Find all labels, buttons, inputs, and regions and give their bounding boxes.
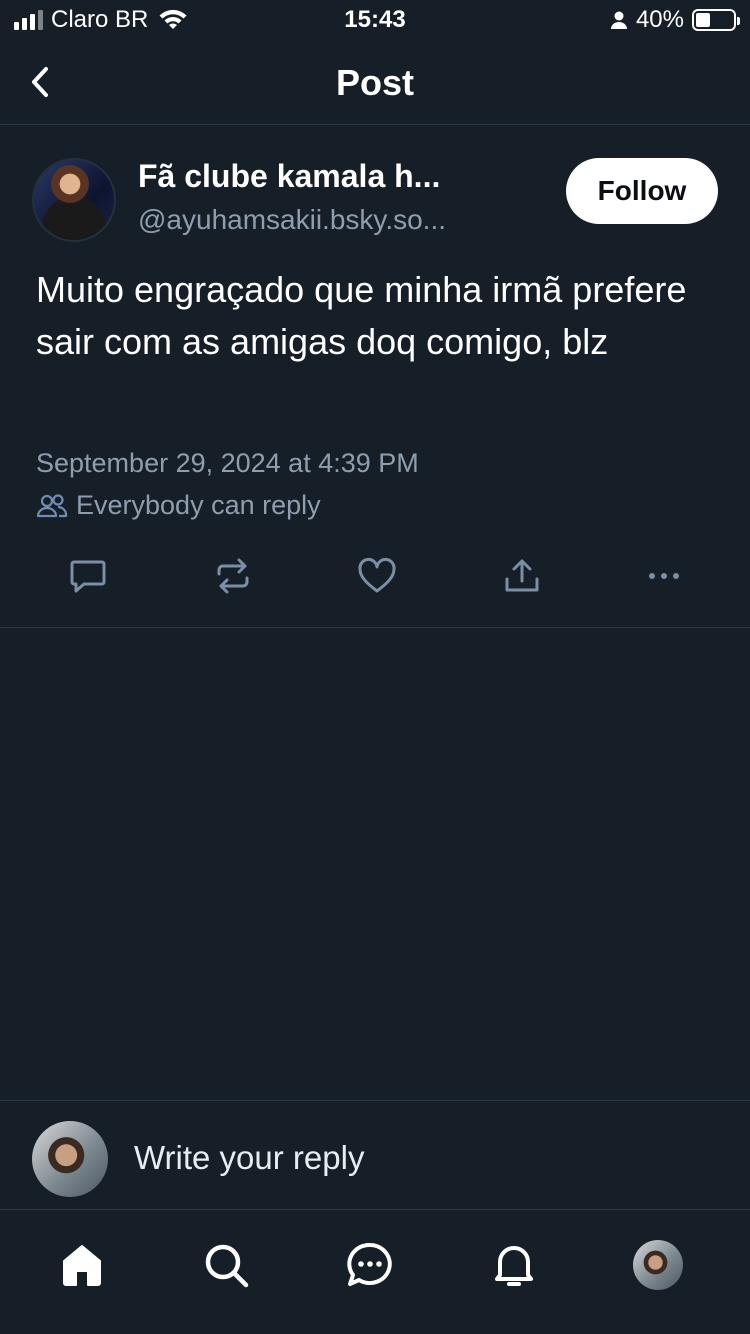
search-icon [205,1244,249,1288]
status-bar: Claro BR 15:43 40% [0,0,750,40]
post-actions [0,554,750,598]
profile-avatar [633,1240,683,1290]
more-button[interactable] [642,554,686,598]
tab-profile[interactable] [630,1237,686,1293]
battery-icon [692,9,740,31]
chat-icon [347,1242,392,1286]
share-button[interactable] [500,554,544,598]
share-icon [505,559,539,592]
user-avatar [32,1121,108,1197]
page-title: Post [335,62,414,103]
repost-button[interactable] [211,554,255,598]
battery-level [696,13,711,27]
tab-search[interactable] [198,1237,254,1293]
tab-bar [0,1211,750,1334]
reply-bar[interactable]: Write your reply [0,1100,750,1210]
header: Post [0,40,750,125]
tab-notifications[interactable] [486,1237,542,1293]
follow-button[interactable]: Follow [566,158,718,224]
like-icon [358,558,396,593]
post-text: Muito engraçado que minha irmã prefere s… [36,269,687,362]
person-icon [610,11,627,29]
post-date: September 29, 2024 at 4:39 PM [36,448,419,478]
tab-chat[interactable] [342,1237,398,1293]
reply-button[interactable] [66,554,110,598]
reply-setting-label: Everybody can reply [76,490,321,520]
reply-icon [70,560,106,593]
battery-percent: 40% [635,6,684,33]
home-icon [63,1245,101,1286]
repost-icon [217,558,249,594]
tab-home[interactable] [54,1237,110,1293]
author-avatar[interactable] [32,158,116,242]
post: Fã clube kamala h... @ayuhamsakii.bsky.s… [0,126,750,628]
reply-input[interactable]: Write your reply [134,1139,364,1177]
author-name[interactable]: Fã clube kamala h... [138,158,440,195]
reply-setting: Everybody can reply [36,490,321,521]
more-icon [649,573,679,579]
people-icon [36,493,68,517]
notifications-icon [495,1246,533,1286]
status-right: 40% [610,6,740,34]
author-handle[interactable]: @ayuhamsakii.bsky.so... [138,204,446,236]
like-button[interactable] [355,554,399,598]
